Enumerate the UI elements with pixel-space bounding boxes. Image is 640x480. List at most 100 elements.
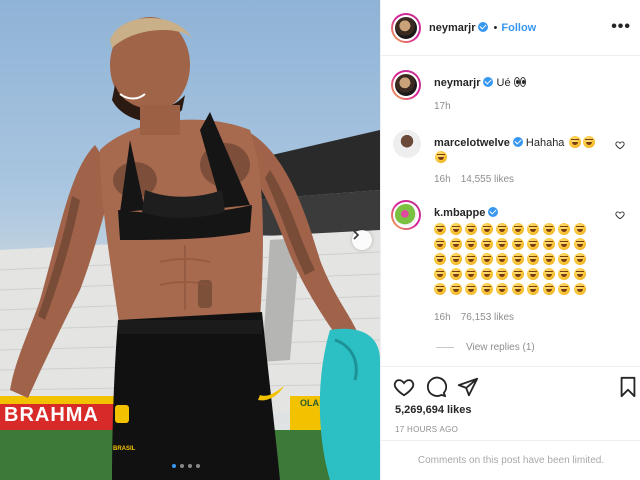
post-actions: 5,269,694 likes 17 HOURS AGO bbox=[381, 366, 640, 446]
avatar[interactable] bbox=[391, 70, 421, 100]
comment-username[interactable]: marcelotwelve bbox=[434, 137, 510, 149]
laughing-emoji-icon bbox=[558, 223, 570, 235]
laughing-emoji-icon bbox=[480, 283, 493, 295]
avatar[interactable] bbox=[391, 200, 421, 230]
view-replies-button[interactable]: View replies (1) bbox=[436, 342, 535, 353]
carousel-dot[interactable] bbox=[180, 464, 184, 468]
comments-limited-notice: Comments on this post have been limited. bbox=[381, 440, 640, 480]
follow-button[interactable]: Follow bbox=[501, 22, 536, 34]
save-bookmark-icon[interactable] bbox=[617, 376, 639, 398]
laughing-emoji-icon bbox=[496, 223, 508, 235]
laughing-emoji-icon bbox=[542, 283, 555, 295]
carousel-dots bbox=[172, 464, 200, 468]
comments-list: neymarjr Ué 17h marcelotwelve Hahaha 16h… bbox=[381, 56, 640, 366]
avatar[interactable] bbox=[393, 130, 421, 158]
laughing-emoji-icon bbox=[465, 253, 477, 265]
laughing-emoji-icon bbox=[434, 283, 446, 295]
chevron-right-icon bbox=[353, 230, 360, 240]
laughing-emoji-icon bbox=[449, 283, 462, 295]
post-timestamp[interactable]: 17 HOURS AGO bbox=[395, 425, 458, 434]
laughing-emoji-icon bbox=[434, 253, 446, 265]
laughing-emoji-icon bbox=[511, 253, 524, 265]
laughing-emoji-icon bbox=[573, 253, 586, 265]
laughing-emoji-icon bbox=[573, 268, 586, 280]
laughing-emoji-icon bbox=[480, 253, 493, 265]
eyes-emoji-icon bbox=[513, 77, 527, 88]
share-paper-plane-icon[interactable] bbox=[457, 376, 479, 398]
laughing-emoji-icon bbox=[434, 238, 446, 250]
post-side-panel: neymarjr • Follow ••• neymarjr Ué 17h mar… bbox=[380, 0, 640, 480]
comment-likes[interactable]: 76,153 likes bbox=[461, 312, 514, 323]
laughing-emoji-icon bbox=[449, 223, 462, 235]
comment-text: Ué bbox=[496, 77, 511, 89]
laughing-emoji-icon bbox=[496, 238, 508, 250]
verified-icon bbox=[488, 207, 499, 217]
laughing-emoji-icon bbox=[527, 268, 539, 280]
comment-time[interactable]: 16h bbox=[434, 174, 451, 185]
laughing-emoji-icon bbox=[558, 238, 570, 250]
laughing-emoji-icon bbox=[496, 283, 508, 295]
laughing-emoji-icon bbox=[558, 283, 570, 295]
post-header: neymarjr • Follow ••• bbox=[381, 0, 640, 56]
comment-time[interactable]: 16h bbox=[434, 312, 451, 323]
carousel-dot[interactable] bbox=[196, 464, 200, 468]
comment-username[interactable]: k.mbappe bbox=[434, 207, 485, 219]
laughing-emoji-icon bbox=[568, 136, 581, 148]
carousel-dot[interactable] bbox=[188, 464, 192, 468]
carousel-next-button[interactable] bbox=[352, 230, 372, 250]
laughing-emoji-icon bbox=[582, 136, 595, 148]
laughing-emoji-icon bbox=[511, 238, 524, 250]
laughing-emoji-icon bbox=[480, 268, 493, 280]
laughing-emoji-icon bbox=[511, 223, 524, 235]
laughing-emoji-icon bbox=[449, 253, 462, 265]
laughing-emoji-icon bbox=[542, 268, 555, 280]
comment-likes[interactable]: 14,555 likes bbox=[461, 174, 514, 185]
laughing-emoji-icon bbox=[542, 253, 555, 265]
comment-text: Hahaha bbox=[525, 137, 565, 149]
laughing-emoji-icon bbox=[434, 268, 446, 280]
laughing-emoji-icon bbox=[465, 268, 477, 280]
verified-icon bbox=[478, 21, 489, 32]
laughing-emoji-icon bbox=[511, 283, 524, 295]
laughing-emoji-icon bbox=[558, 253, 570, 265]
comment-username[interactable]: neymarjr bbox=[434, 77, 480, 89]
laughing-emoji-icon bbox=[527, 283, 539, 295]
laughing-emoji-icon bbox=[480, 238, 493, 250]
heart-icon[interactable] bbox=[615, 140, 625, 150]
laughing-emoji-icon bbox=[480, 223, 493, 235]
laughing-emoji-icon bbox=[496, 253, 508, 265]
laughing-emoji-icon bbox=[465, 238, 477, 250]
laughing-emoji-icon bbox=[435, 151, 447, 163]
laughing-emoji-icon bbox=[527, 223, 539, 235]
laughing-emoji-icon bbox=[496, 268, 508, 280]
laughing-emoji-icon bbox=[542, 238, 555, 250]
laughing-emoji-icon bbox=[465, 223, 477, 235]
avatar[interactable] bbox=[391, 12, 421, 43]
laughing-emoji-icon bbox=[573, 223, 586, 235]
laughing-emoji-icon bbox=[558, 268, 570, 280]
laughing-emoji-icon bbox=[511, 268, 524, 280]
laughing-emoji-icon bbox=[434, 223, 446, 235]
more-options-button[interactable]: ••• bbox=[611, 18, 631, 36]
laughing-emoji-icon bbox=[449, 268, 462, 280]
separator-dot: • bbox=[493, 21, 498, 34]
laughing-emoji-icon bbox=[527, 238, 539, 250]
laughing-emoji-icon bbox=[465, 283, 477, 295]
verified-icon bbox=[483, 77, 494, 87]
comment-time[interactable]: 17h bbox=[434, 101, 451, 112]
like-heart-icon[interactable] bbox=[393, 376, 415, 398]
shorts-text: BRASIL bbox=[113, 446, 136, 452]
post-photo[interactable]: BRAHMA OLA BRASIL bbox=[0, 0, 380, 480]
carousel-dot[interactable] bbox=[172, 464, 176, 468]
likes-count[interactable]: 5,269,694 likes bbox=[395, 404, 471, 416]
banner-text-2: OLA bbox=[300, 398, 319, 408]
laughing-emoji-icon bbox=[527, 253, 539, 265]
laughing-emoji-icon bbox=[573, 238, 586, 250]
author-username[interactable]: neymarjr bbox=[429, 22, 475, 34]
verified-icon bbox=[512, 137, 523, 147]
emoji-grid bbox=[434, 223, 614, 295]
comment-bubble-icon[interactable] bbox=[425, 376, 447, 398]
laughing-emoji-icon bbox=[449, 238, 462, 250]
laughing-emoji-icon bbox=[573, 283, 586, 295]
heart-icon[interactable] bbox=[615, 210, 625, 220]
